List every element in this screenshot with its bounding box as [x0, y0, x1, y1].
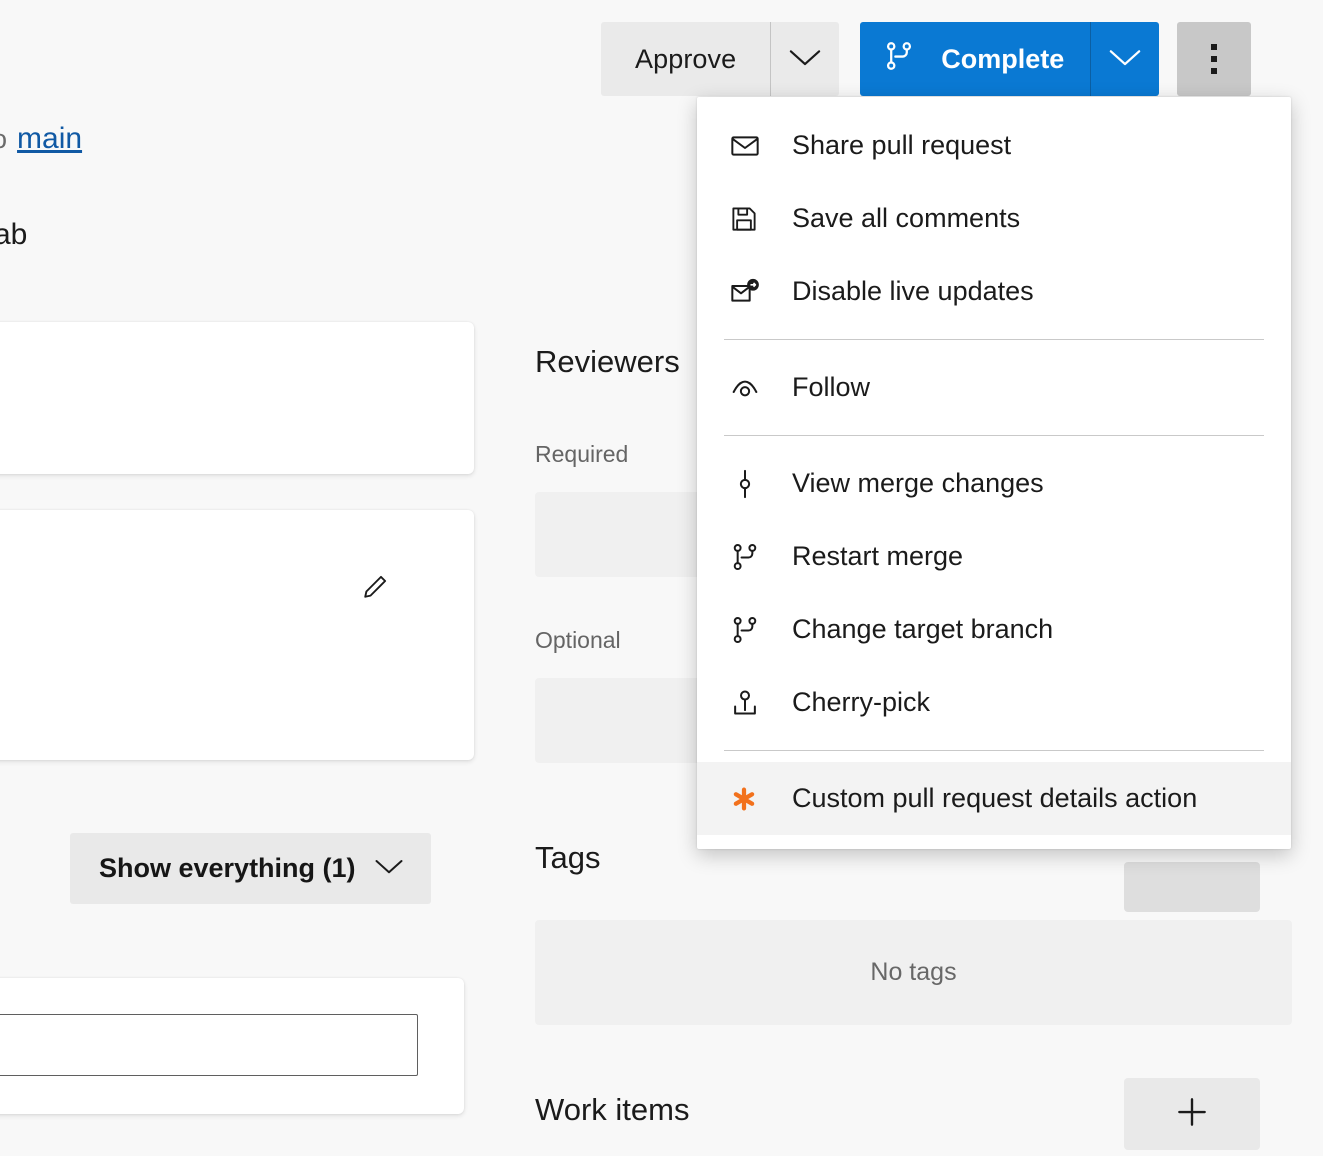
menu-item-label: View merge changes [792, 468, 1044, 499]
tab-label-fragment: ab [0, 218, 27, 252]
menu-item-label: Share pull request [792, 130, 1011, 161]
tags-add-button[interactable] [1124, 862, 1260, 912]
menu-separator [724, 750, 1264, 751]
menu-item-save-all-comments[interactable]: Save all comments [697, 182, 1291, 255]
kebab-more-icon [1211, 44, 1217, 74]
more-actions-menu: Share pull request Save all comments Dis… [697, 97, 1291, 849]
eye-icon [729, 372, 771, 404]
menu-item-share-pull-request[interactable]: Share pull request [697, 109, 1291, 182]
branch-prefix-text: o [0, 124, 7, 155]
approve-button-label: Approve [635, 44, 736, 75]
menu-item-label: Cherry-pick [792, 687, 930, 718]
reviewers-optional-label: Optional [535, 627, 621, 654]
pull-request-action-bar: Approve Complete [601, 22, 1251, 96]
pencil-icon[interactable] [360, 572, 390, 602]
work-items-add-button[interactable] [1124, 1078, 1260, 1150]
menu-separator [724, 435, 1264, 436]
approve-split-button: Approve [601, 22, 839, 96]
menu-item-label: Follow [792, 372, 870, 403]
chevron-down-icon [374, 857, 404, 880]
branch-icon [882, 39, 916, 80]
plus-icon [1173, 1093, 1211, 1136]
menu-item-label: Change target branch [792, 614, 1053, 645]
branch-link-main[interactable]: main [17, 122, 82, 156]
menu-item-cherry-pick[interactable]: Cherry-pick [697, 666, 1291, 739]
complete-caret-button[interactable] [1091, 22, 1159, 96]
content-card-middle [0, 510, 474, 760]
menu-item-view-merge-changes[interactable]: View merge changes [697, 447, 1291, 520]
show-everything-label: Show everything (1) [99, 853, 356, 884]
branch-icon [729, 541, 771, 573]
tags-heading: Tags [535, 840, 600, 876]
tags-empty-text: No tags [870, 958, 956, 987]
commit-icon [729, 468, 771, 500]
asterisk-icon [729, 784, 771, 814]
menu-item-label: Save all comments [792, 203, 1020, 234]
menu-separator [724, 339, 1264, 340]
menu-item-custom-pull-request-details-action[interactable]: Custom pull request details action [697, 762, 1291, 835]
complete-split-button: Complete [860, 22, 1159, 96]
work-items-heading: Work items [535, 1092, 689, 1128]
chevron-down-icon [1108, 47, 1142, 72]
menu-item-label: Restart merge [792, 541, 963, 572]
reviewers-required-label: Required [535, 441, 628, 468]
comment-input[interactable] [0, 1014, 418, 1076]
chevron-down-icon [788, 47, 822, 72]
show-everything-dropdown[interactable]: Show everything (1) [70, 833, 431, 904]
menu-item-label: Disable live updates [792, 276, 1034, 307]
menu-item-change-target-branch[interactable]: Change target branch [697, 593, 1291, 666]
complete-button-label: Complete [941, 44, 1064, 75]
menu-item-label: Custom pull request details action [792, 783, 1197, 814]
content-card-top [0, 322, 474, 474]
mail-refresh-icon [729, 276, 771, 308]
more-actions-button[interactable] [1177, 22, 1251, 96]
branch-icon [729, 614, 771, 646]
reviewers-heading: Reviewers [535, 344, 680, 380]
complete-button[interactable]: Complete [860, 22, 1090, 96]
menu-item-follow[interactable]: Follow [697, 351, 1291, 424]
tags-empty-state: No tags [535, 920, 1292, 1025]
approve-button[interactable]: Approve [601, 22, 770, 96]
approve-caret-button[interactable] [771, 22, 839, 96]
mail-icon [729, 130, 771, 162]
save-floppy-icon [729, 204, 771, 234]
cherry-pick-icon [729, 687, 771, 719]
branch-target-line: o main [0, 122, 82, 156]
menu-item-restart-merge[interactable]: Restart merge [697, 520, 1291, 593]
menu-item-disable-live-updates[interactable]: Disable live updates [697, 255, 1291, 328]
